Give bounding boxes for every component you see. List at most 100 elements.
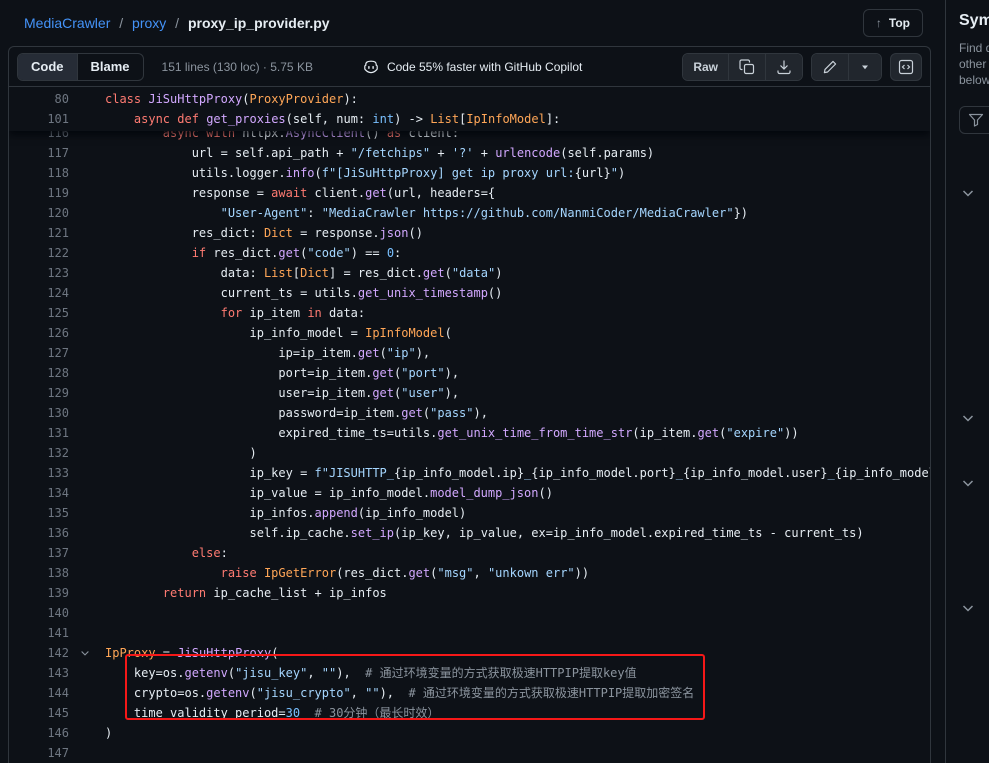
line-number[interactable]: 131 xyxy=(9,423,69,443)
top-button-label: Top xyxy=(889,16,910,30)
code-token: (ip_key, ip_value, ex=ip_info_model.expi… xyxy=(394,526,864,540)
code-line: 124 current_ts = utils.get_unix_timestam… xyxy=(9,283,930,303)
line-number[interactable]: 138 xyxy=(9,563,69,583)
line-number[interactable]: 142 xyxy=(9,643,69,663)
code-token xyxy=(105,246,192,260)
line-number[interactable]: 125 xyxy=(9,303,69,323)
code-token xyxy=(105,586,163,600)
code-line: 131 expired_time_ts=utils.get_unix_time_… xyxy=(9,423,930,443)
gutter-space xyxy=(69,703,105,723)
gutter-space xyxy=(69,263,105,283)
code-token: JiSuHttpProxy xyxy=(177,646,271,660)
line-number[interactable]: 118 xyxy=(9,163,69,183)
line-number[interactable]: 145 xyxy=(9,703,69,723)
code-line: 141 xyxy=(9,623,930,643)
code-token: user=ip_item. xyxy=(105,386,372,400)
code-token: get_unix_time_from_time_str xyxy=(437,426,632,440)
copy-button[interactable] xyxy=(729,54,766,80)
line-number[interactable]: 122 xyxy=(9,243,69,263)
code-text: else: xyxy=(105,543,930,563)
code-token xyxy=(105,206,221,220)
line-number[interactable]: 123 xyxy=(9,263,69,283)
code-text: IpProxy = JiSuHttpProxy( xyxy=(105,643,930,663)
line-number[interactable]: 126 xyxy=(9,323,69,343)
code-line: 144 crypto=os.getenv("jisu_crypto", ""),… xyxy=(9,683,930,703)
line-number[interactable]: 128 xyxy=(9,363,69,383)
line-number[interactable]: 132 xyxy=(9,443,69,463)
line-number[interactable]: 119 xyxy=(9,183,69,203)
breadcrumb-folder-link[interactable]: proxy xyxy=(132,15,166,31)
code-token: if xyxy=(192,246,206,260)
line-number[interactable]: 141 xyxy=(9,623,69,643)
line-number[interactable]: 130 xyxy=(9,403,69,423)
arrow-up-icon: ↑ xyxy=(876,16,882,30)
raw-button[interactable]: Raw xyxy=(683,54,729,80)
code-token: ip_value = ip_info_model. xyxy=(105,486,430,500)
back-to-top-button[interactable]: ↑ Top xyxy=(863,9,923,37)
symbol-group-chevron-icon[interactable] xyxy=(960,475,976,491)
line-number[interactable]: 129 xyxy=(9,383,69,403)
symbols-description-line: other symbols in this file by clicking a… xyxy=(959,56,989,72)
gutter-space xyxy=(69,303,105,323)
tab-code[interactable]: Code xyxy=(18,54,78,80)
line-number[interactable]: 117 xyxy=(9,143,69,163)
code-token: "unkown err" xyxy=(488,566,575,580)
line-number[interactable]: 135 xyxy=(9,503,69,523)
code-text xyxy=(105,743,930,763)
code-token: "expire" xyxy=(726,426,784,440)
code-token: Dict xyxy=(264,226,293,240)
line-number[interactable]: 143 xyxy=(9,663,69,683)
code-token: , xyxy=(307,666,321,680)
code-token: "port" xyxy=(401,366,444,380)
code-text: data: List[Dict] = res_dict.get("data") xyxy=(105,263,930,283)
symbols-panel-content: Symbols Find definitions and references … xyxy=(959,0,989,134)
code-line: 146) xyxy=(9,723,930,743)
gutter-space xyxy=(69,163,105,183)
line-number[interactable]: 136 xyxy=(9,523,69,543)
code-token: IpInfoModel xyxy=(365,326,444,340)
code-token: IpInfoModel xyxy=(466,112,545,126)
code-token: IpGetError xyxy=(264,566,336,580)
code-token: password=ip_item. xyxy=(105,406,401,420)
fold-chevron-icon[interactable] xyxy=(69,643,105,663)
download-button[interactable] xyxy=(766,54,802,80)
line-number[interactable]: 140 xyxy=(9,603,69,623)
code-token: key=os. xyxy=(105,666,184,680)
line-number[interactable]: 144 xyxy=(9,683,69,703)
code-text: response = await client.get(url, headers… xyxy=(105,183,930,203)
line-number[interactable]: 127 xyxy=(9,343,69,363)
line-number[interactable]: 120 xyxy=(9,203,69,223)
line-number[interactable]: 147 xyxy=(9,743,69,763)
code-line: 147 xyxy=(9,743,930,763)
code-text: return ip_cache_list + ip_infos xyxy=(105,583,930,603)
edit-button[interactable] xyxy=(812,54,849,80)
file-view-column: MediaCrawler / proxy / proxy_ip_provider… xyxy=(0,0,945,763)
line-number[interactable]: 121 xyxy=(9,223,69,243)
breadcrumb-repo-link[interactable]: MediaCrawler xyxy=(24,15,110,31)
code-token: (self.params) xyxy=(560,146,654,160)
line-number[interactable]: 124 xyxy=(9,283,69,303)
code-token: ) xyxy=(105,726,112,740)
symbol-group-chevron-icon[interactable] xyxy=(960,410,976,426)
line-number[interactable]: 133 xyxy=(9,463,69,483)
line-number[interactable]: 137 xyxy=(9,543,69,563)
code-token: url = self.api_path + xyxy=(105,146,351,160)
symbol-group-chevron-icon[interactable] xyxy=(960,600,976,616)
line-number[interactable]: 134 xyxy=(9,483,69,503)
code-token: : xyxy=(394,246,401,260)
code-line: 134 ip_value = ip_info_model.model_dump_… xyxy=(9,483,930,503)
line-number[interactable]: 80 xyxy=(9,89,69,109)
symbol-group-chevron-icon[interactable] xyxy=(960,185,976,201)
code-token: ( xyxy=(445,326,452,340)
line-number[interactable]: 101 xyxy=(9,109,69,129)
edit-dropdown-button[interactable] xyxy=(849,54,881,80)
code-token: ip_infos. xyxy=(105,506,315,520)
line-number[interactable]: 139 xyxy=(9,583,69,603)
line-number[interactable]: 146 xyxy=(9,723,69,743)
tab-blame[interactable]: Blame xyxy=(78,54,143,80)
code-token: class xyxy=(105,92,141,106)
code-token: () xyxy=(538,486,552,500)
code-token: = xyxy=(156,646,178,660)
symbols-toggle-button[interactable] xyxy=(890,53,922,81)
code-line: 119 response = await client.get(url, hea… xyxy=(9,183,930,203)
